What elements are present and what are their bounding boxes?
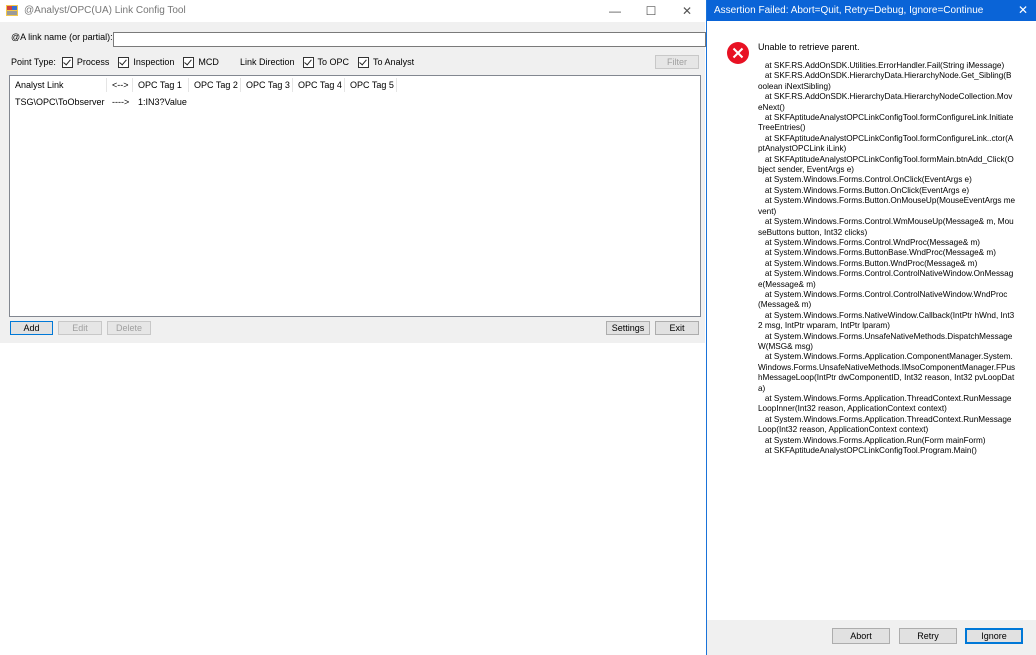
error-icon xyxy=(727,42,749,64)
dialog-title-bar[interactable]: Assertion Failed: Abort=Quit, Retry=Debu… xyxy=(707,0,1036,21)
point-type-label: Point Type: xyxy=(11,57,56,67)
link-list[interactable]: Analyst Link <--> OPC Tag 1 OPC Tag 2 OP… xyxy=(9,75,701,317)
checkbox-inspection[interactable] xyxy=(118,56,130,68)
checkbox-mcd-label: MCD xyxy=(198,57,219,67)
ignore-button[interactable]: Ignore xyxy=(965,628,1023,644)
column-opc-tag-1[interactable]: OPC Tag 1 xyxy=(133,78,189,92)
window-title: @Analyst/OPC(UA) Link Config Tool xyxy=(24,5,186,16)
row-opc-tag-1: 1:IN3?Value xyxy=(138,97,187,107)
checkbox-process[interactable] xyxy=(61,56,73,68)
point-type-group: Point Type: Process Inspection MCD xyxy=(11,56,219,68)
assertion-dialog: Assertion Failed: Abort=Quit, Retry=Debu… xyxy=(706,0,1036,655)
checkbox-to-opc-label: To OPC xyxy=(317,57,350,67)
delete-button[interactable]: Delete xyxy=(107,321,151,335)
filter-button[interactable]: Filter xyxy=(655,55,699,69)
settings-button[interactable]: Settings xyxy=(606,321,650,335)
checkbox-to-analyst-label: To Analyst xyxy=(373,57,415,67)
row-analyst-link: TSG\OPC\ToObserver xyxy=(15,97,105,107)
dialog-body: Unable to retrieve parent. at SKF.RS.Add… xyxy=(707,21,1036,620)
error-message: Unable to retrieve parent. xyxy=(758,42,860,52)
row-direction: ----> xyxy=(112,97,130,107)
stack-trace: at SKF.RS.AddOnSDK.Utilities.ErrorHandle… xyxy=(758,61,1016,456)
exit-button[interactable]: Exit xyxy=(655,321,699,335)
checkbox-process-label: Process xyxy=(76,57,110,67)
abort-button[interactable]: Abort xyxy=(832,628,890,644)
dialog-footer: Abort Retry Ignore xyxy=(707,620,1036,655)
column-opc-tag-5[interactable]: OPC Tag 5 xyxy=(345,78,397,92)
retry-button[interactable]: Retry xyxy=(899,628,957,644)
link-name-input[interactable] xyxy=(113,32,706,47)
main-window: @Analyst/OPC(UA) Link Config Tool — ☐ ✕ … xyxy=(0,0,706,343)
column-opc-tag-2[interactable]: OPC Tag 2 xyxy=(189,78,241,92)
add-button[interactable]: Add xyxy=(10,321,53,335)
column-opc-tag-3[interactable]: OPC Tag 3 xyxy=(241,78,293,92)
dialog-title: Assertion Failed: Abort=Quit, Retry=Debu… xyxy=(714,5,984,16)
main-title-bar[interactable]: @Analyst/OPC(UA) Link Config Tool — ☐ ✕ xyxy=(0,0,705,22)
column-direction[interactable]: <--> xyxy=(107,78,133,92)
app-icon xyxy=(6,5,18,16)
checkbox-mcd[interactable] xyxy=(183,56,195,68)
checkbox-to-opc[interactable] xyxy=(302,56,314,68)
dialog-close-icon[interactable]: ✕ xyxy=(1018,3,1028,17)
checkbox-inspection-label: Inspection xyxy=(133,57,175,67)
minimize-button[interactable]: — xyxy=(597,0,633,22)
column-analyst-link[interactable]: Analyst Link xyxy=(10,78,107,92)
link-direction-label: Link Direction xyxy=(240,57,295,67)
maximize-button[interactable]: ☐ xyxy=(633,0,669,22)
edit-button[interactable]: Edit xyxy=(58,321,102,335)
link-name-label: @A link name (or partial): xyxy=(11,32,113,42)
checkbox-to-analyst[interactable] xyxy=(358,56,370,68)
link-direction-group: Link Direction To OPC To Analyst xyxy=(240,56,414,68)
column-opc-tag-4[interactable]: OPC Tag 4 xyxy=(293,78,345,92)
close-button[interactable]: ✕ xyxy=(669,0,705,22)
